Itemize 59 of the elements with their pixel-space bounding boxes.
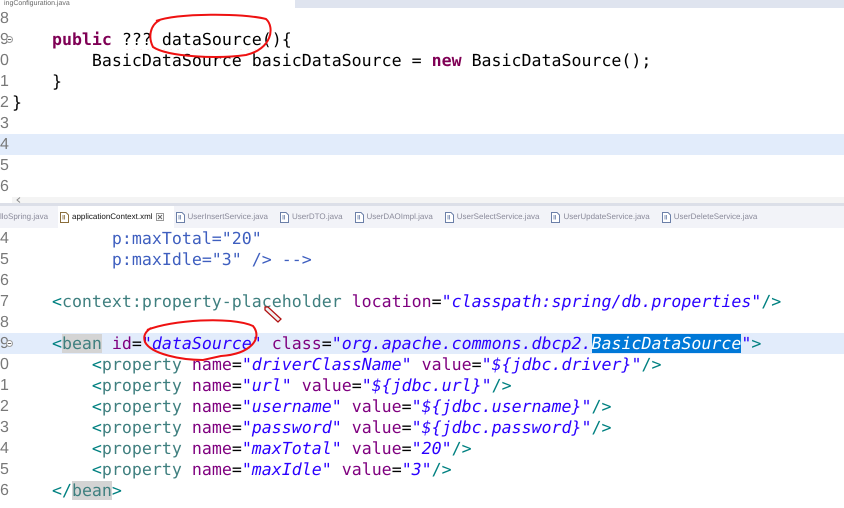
code-line: }	[50, 71, 62, 92]
line-number: 8	[0, 9, 10, 29]
line-number: 2	[0, 93, 10, 113]
file-icon	[354, 212, 364, 222]
line-number: 3	[0, 418, 10, 438]
code-line: p:maxTotal="20"	[110, 228, 262, 249]
code-line: <property name="password" value="${jdbc.password}"/>	[90, 417, 612, 438]
editor-tab[interactable]: UserDeleteService.java	[660, 206, 768, 228]
tab-label: UserDAOImpl.java	[366, 211, 433, 223]
tab-label: UserInsertService.java	[188, 211, 268, 223]
code-line: <property name="maxIdle" value="3"/>	[90, 459, 452, 480]
line-number: 5	[0, 156, 10, 176]
tab-label: UserDeleteService.java	[674, 211, 758, 223]
code-line: BasicDataSource basicDataSource = new BasicDataSource();	[90, 50, 652, 71]
code-line: <property name="driverClassName" value="${jdbc.driver}"/>	[90, 354, 662, 375]
file-icon	[551, 212, 560, 222]
code-line: <context:property-placeholder location="classpath:spring/db.properties"/>	[50, 291, 782, 312]
line-number: 0	[0, 355, 10, 375]
line-number: 4	[0, 229, 10, 249]
line-number: 1	[0, 72, 10, 92]
line-number: 2	[0, 397, 10, 417]
line-number: 4	[0, 135, 10, 155]
file-icon	[444, 212, 454, 222]
collapse-icon[interactable]	[6, 36, 13, 43]
tab-label: lloSpring.java	[0, 211, 48, 223]
editor-tab[interactable]: UserDTO.java	[278, 206, 353, 228]
code-line: }	[12, 92, 22, 113]
line-number: 6	[0, 481, 10, 501]
line-number: 1	[0, 376, 10, 396]
tab-label: UserSelectService.java	[456, 211, 540, 223]
editor-tab[interactable]: UserSelectService.java	[442, 206, 550, 228]
line-number: 3	[0, 114, 10, 134]
line-number: 0	[0, 51, 10, 71]
line-number: 5	[0, 250, 10, 270]
tab-label: UserDTO.java	[292, 211, 343, 223]
code-line: </bean>	[50, 480, 122, 501]
file-icon	[662, 212, 671, 222]
editor-tab[interactable]: lloSpring.java	[0, 206, 58, 228]
code-line: <property name="username" value="${jdbc.username}"/>	[90, 396, 612, 417]
line-number: 6	[0, 177, 10, 197]
line-number: 4	[0, 439, 10, 459]
tab-label: UserUpdateService.java	[563, 211, 650, 223]
code-line: <property name="url" value="${jdbc.url}"/>	[90, 375, 512, 396]
tab-label: applicationContext.xml	[72, 211, 153, 223]
code-line: p:maxIdle="3" /> -->	[110, 249, 312, 270]
line-number: 6	[0, 271, 10, 291]
collapse-icon[interactable]	[6, 340, 13, 347]
editor-tab[interactable]: UserInsertService.java	[174, 206, 278, 228]
line-number: 7	[0, 292, 10, 312]
line-number: 8	[0, 313, 10, 333]
file-icon	[280, 212, 289, 222]
file-icon	[60, 212, 70, 222]
code-line: <property name="maxTotal" value="20"/>	[90, 438, 472, 459]
editor-tab[interactable]: UserDAOImpl.java	[352, 206, 443, 228]
chevron-left-icon[interactable]	[16, 197, 21, 203]
line-number: 5	[0, 460, 10, 480]
editor-tab[interactable]: UserUpdateService.java	[549, 206, 660, 228]
close-icon[interactable]	[156, 213, 164, 221]
file-icon	[176, 212, 185, 222]
